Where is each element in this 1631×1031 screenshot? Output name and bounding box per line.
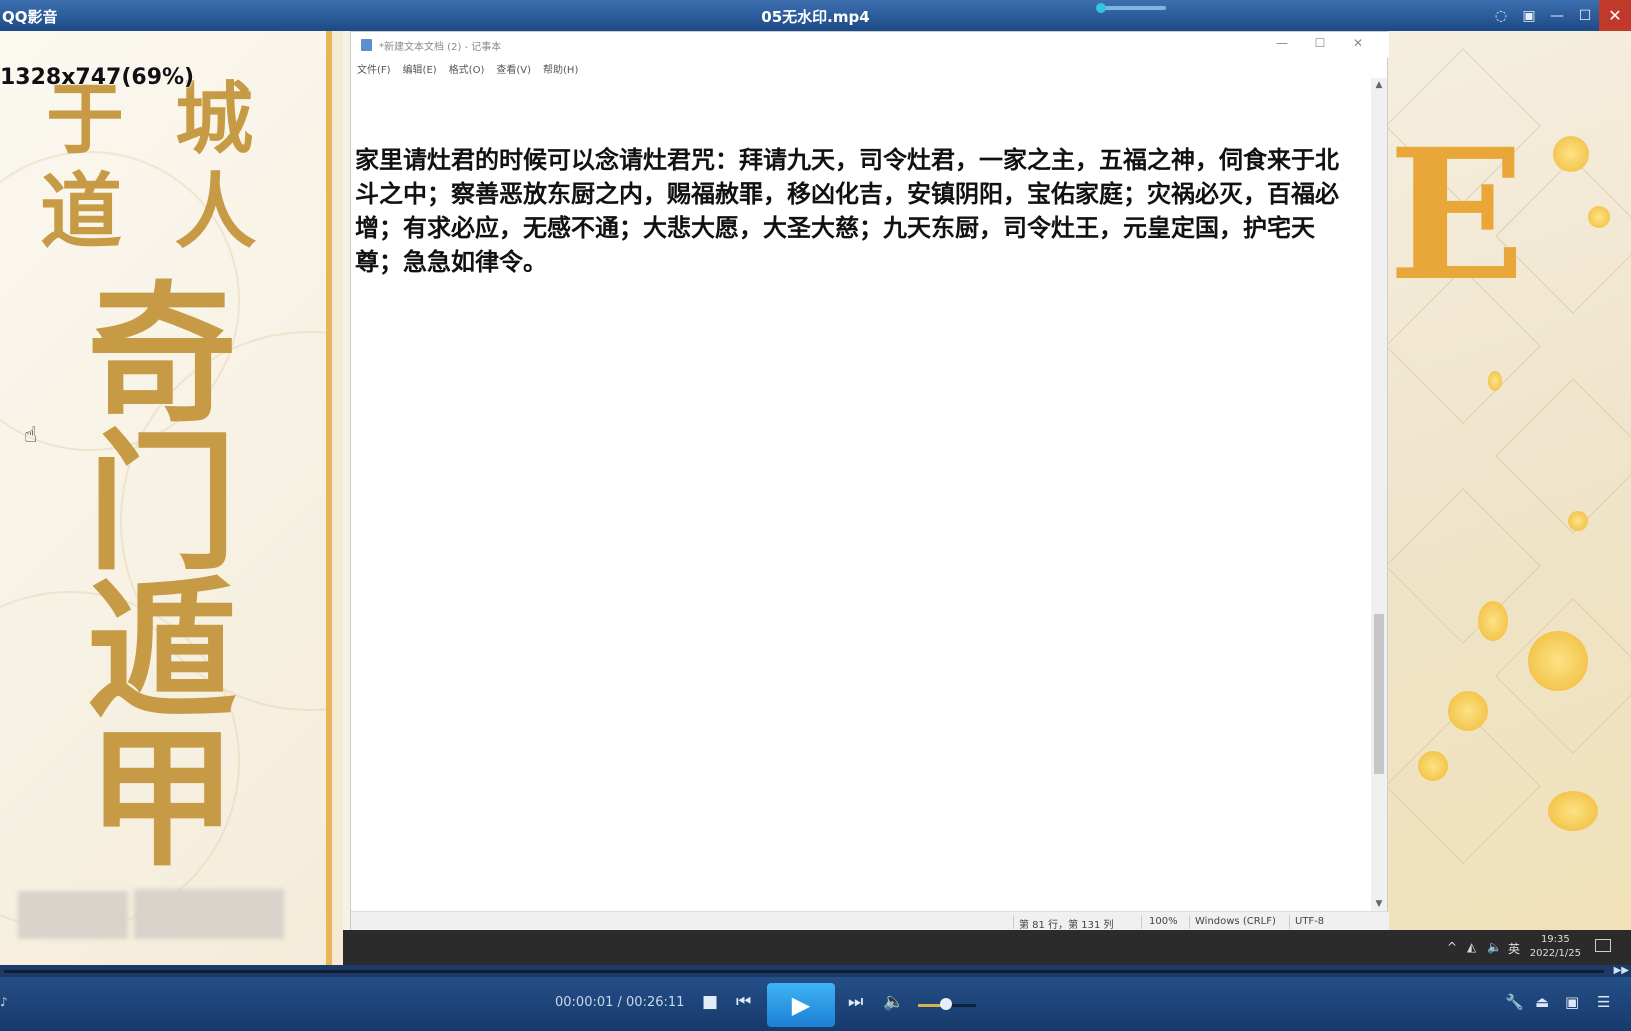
notepad-content: 家里请灶君的时候可以念请灶君咒：拜请九天，司令灶君，一家之主，五福之神，伺食来于… <box>355 146 1339 276</box>
divider-shade <box>332 31 343 965</box>
notepad-maximize-button[interactable]: ☐ <box>1301 36 1339 50</box>
notepad-status-bar: 第 81 行，第 131 列 100% Windows (CRLF) UTF-8 <box>351 911 1389 931</box>
seek-track[interactable] <box>4 970 1604 973</box>
minimize-button[interactable]: — <box>1543 0 1571 31</box>
notepad-text-area[interactable]: 家里请灶君的时候可以念请灶君咒：拜请九天，司令灶君，一家之主，五福之神，伺食来于… <box>355 78 1370 910</box>
previous-button[interactable]: ⏮ <box>736 992 751 1012</box>
notepad-window: *新建文本文档 (2) - 记事本 — ☐ ✕ 文件(F) 编辑(E) 格式(O… <box>350 31 1389 931</box>
chat-icon[interactable]: ◌ <box>1487 0 1515 31</box>
speaker-icon[interactable]: 🔈 <box>1487 940 1502 954</box>
clock-time: 19:35 <box>1540 934 1570 945</box>
time-display: 00:00:01 / 00:26:11 <box>555 995 685 1010</box>
notepad-menu-bar: 文件(F) 编辑(E) 格式(O) 查看(V) 帮助(H) <box>351 58 1389 78</box>
cursor-position: 第 81 行，第 131 列 <box>1019 920 1114 931</box>
volume-icon[interactable]: 🔈 <box>883 992 904 1012</box>
pin-icon[interactable]: ▣ <box>1515 0 1543 31</box>
blurred-region <box>18 891 128 939</box>
next-button[interactable]: ⏭ <box>848 992 863 1012</box>
clock-date: 2022/1/25 <box>1529 948 1581 959</box>
opacity-slider[interactable] <box>1096 3 1166 13</box>
menu-edit[interactable]: 编辑(E) <box>403 61 437 78</box>
encoding: UTF-8 <box>1295 916 1325 927</box>
scroll-up-icon[interactable]: ▲ <box>1371 80 1387 90</box>
calligraphy-main: 奇门遁甲 <box>86 267 237 887</box>
tools-icon[interactable]: 🔧 <box>1505 993 1524 1011</box>
volume-knob[interactable] <box>939 998 952 1010</box>
notepad-icon <box>361 39 372 51</box>
video-left-artwork: 于 城 道 人 奇门遁甲 ☝ 1328x747(69%) <box>0 31 343 965</box>
close-button[interactable]: ✕ <box>1599 0 1631 31</box>
settings-mini-icon[interactable]: ♪ <box>0 995 8 1009</box>
network-icon[interactable]: ◭ <box>1467 940 1476 954</box>
menu-help[interactable]: 帮助(H) <box>543 61 578 78</box>
windows-taskbar: ^ ◭ 🔈 英 19:35 2022/1/25 <box>343 930 1631 965</box>
seek-forward-icon[interactable]: ▶▶ <box>1614 965 1629 976</box>
zoom-level: 100% <box>1149 916 1178 927</box>
gold-character-fragment: E <box>1388 110 1526 321</box>
notepad-title: *新建文本文档 (2) - 记事本 <box>379 42 502 53</box>
notepad-title-bar: *新建文本文档 (2) - 记事本 — ☐ ✕ <box>351 32 1389 58</box>
notepad-scrollbar[interactable]: ▲ ▼ <box>1371 78 1387 911</box>
notepad-close-button[interactable]: ✕ <box>1339 36 1377 50</box>
file-title: 05无水印.mp4 <box>761 8 870 26</box>
qq-player-window: QQ影音 05无水印.mp4 ◌ ▣ — ☐ ✕ 于 城 道 人 奇门遁甲 ☝ … <box>0 0 1631 1031</box>
maximize-button[interactable]: ☐ <box>1571 0 1599 31</box>
calligraphy-line2: 道 人 <box>40 164 269 260</box>
menu-view[interactable]: 查看(V) <box>496 61 531 78</box>
stop-button[interactable]: ■ <box>702 992 718 1012</box>
scroll-thumb[interactable] <box>1374 614 1384 774</box>
scroll-down-icon[interactable]: ▼ <box>1371 899 1387 909</box>
notification-icon[interactable] <box>1595 939 1611 952</box>
resolution-label: 1328x747(69%) <box>0 65 195 90</box>
eject-icon[interactable]: ⏏ <box>1535 993 1549 1011</box>
title-bar: QQ影音 05无水印.mp4 ◌ ▣ — ☐ ✕ <box>0 0 1631 31</box>
seek-bar[interactable]: ▶▶ <box>0 965 1631 977</box>
notepad-minimize-button[interactable]: — <box>1263 36 1301 50</box>
hand-cursor-icon: ☝ <box>24 423 38 448</box>
video-area[interactable]: 于 城 道 人 奇门遁甲 ☝ 1328x747(69%) E *新建文本文档 (… <box>0 31 1631 965</box>
line-ending: Windows (CRLF) <box>1195 916 1276 927</box>
ime-indicator[interactable]: 英 <box>1508 940 1520 957</box>
play-button[interactable]: ▶ <box>767 983 835 1027</box>
menu-file[interactable]: 文件(F) <box>357 61 391 78</box>
playlist-icon[interactable]: ☰ <box>1597 993 1610 1011</box>
menu-format[interactable]: 格式(O) <box>449 61 485 78</box>
slider-knob[interactable] <box>1096 3 1106 13</box>
blurred-region <box>134 889 284 939</box>
taskbar-clock[interactable]: 19:35 2022/1/25 <box>1530 933 1581 961</box>
player-controls: ♪ 00:00:01 / 00:26:11 ■ ⏮ ▶ ⏭ 🔈 🔧 ⏏ ▣ ☰ <box>0 977 1631 1031</box>
window-controls: ◌ ▣ — ☐ ✕ <box>1487 0 1631 31</box>
calligraphy-line1: 于 城 <box>46 74 266 165</box>
screenshot-icon[interactable]: ▣ <box>1565 993 1579 1011</box>
tray-expand-icon[interactable]: ^ <box>1447 940 1457 954</box>
